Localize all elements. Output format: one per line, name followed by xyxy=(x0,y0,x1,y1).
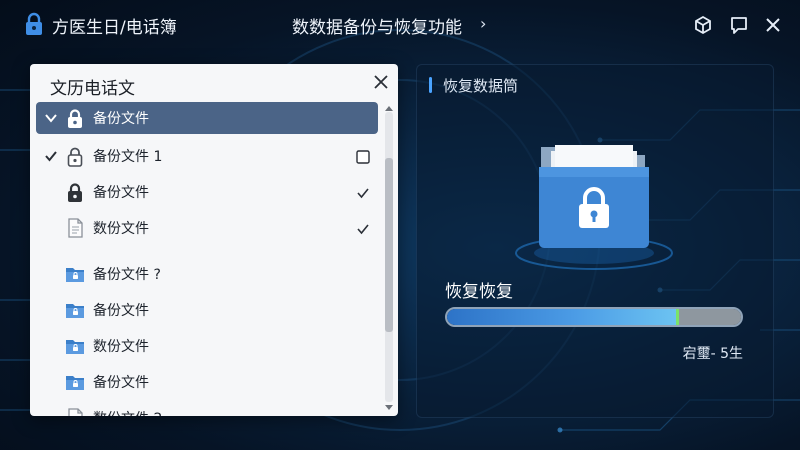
close-icon[interactable] xyxy=(372,73,390,91)
chevron-down-icon[interactable] xyxy=(44,110,58,124)
lock-icon xyxy=(64,181,86,203)
scroll-up-icon[interactable] xyxy=(384,104,394,112)
list-item-label: 数份文件 xyxy=(93,339,149,355)
check-icon[interactable] xyxy=(356,221,370,235)
close-icon[interactable] xyxy=(762,14,784,36)
scroll-down-icon[interactable] xyxy=(384,404,394,412)
list-item-label: 数份文件 2 xyxy=(93,408,162,416)
list-item-label: 备份文件 1 xyxy=(93,149,163,165)
list-item-label: 备份文件 ? xyxy=(93,267,161,283)
lock-icon xyxy=(64,107,86,129)
list-item-label: 备份文件 xyxy=(93,185,149,201)
lock-outline-icon xyxy=(64,145,86,167)
folder-icon xyxy=(64,335,86,357)
list-item-label: 备份文件 xyxy=(93,375,149,391)
list-item[interactable]: 数份文件 2 xyxy=(36,402,378,416)
list-item-label: 数份文件 xyxy=(93,221,149,237)
check-icon[interactable] xyxy=(44,148,58,162)
restore-label: 恢复恢复 xyxy=(445,282,513,302)
list-item[interactable]: 数份文件 xyxy=(36,212,378,244)
title-accent-bar xyxy=(429,77,432,93)
restore-panel-title: 恢复数据筒 xyxy=(443,77,519,95)
scroll-thumb[interactable] xyxy=(385,158,393,332)
scrollbar[interactable] xyxy=(382,104,396,416)
folder-icon xyxy=(64,299,86,321)
list-item-label: 备份文件 xyxy=(93,303,149,319)
lock-icon xyxy=(26,12,42,35)
list-item[interactable]: 数份文件 xyxy=(36,330,378,362)
folder-icon xyxy=(64,263,86,285)
list-item[interactable]: 备份文件 xyxy=(36,102,378,134)
progress-remaining xyxy=(679,309,741,325)
list-item[interactable]: 备份文件 xyxy=(36,366,378,398)
list-item[interactable]: 备份文件 xyxy=(36,294,378,326)
chevron-right-icon[interactable]: › xyxy=(480,14,486,33)
restore-progress-bar xyxy=(445,307,743,327)
list-item[interactable]: 备份文件 xyxy=(36,176,378,208)
chat-icon[interactable] xyxy=(728,14,750,36)
document-icon xyxy=(64,407,86,416)
progress-fill xyxy=(447,309,676,325)
cube-icon[interactable] xyxy=(692,14,714,36)
list-item[interactable]: 备份文件 ? xyxy=(36,258,378,290)
checkbox[interactable] xyxy=(356,149,370,164)
time-remaining: 宕璽- 5生 xyxy=(682,346,743,362)
document-icon xyxy=(64,217,86,239)
app-title: 方医生日/电话簿 xyxy=(52,18,177,38)
check-icon[interactable] xyxy=(356,185,370,199)
title-bar: 方医生日/电话簿 数数据备份与恢复功能 › xyxy=(0,0,800,50)
backup-file-panel: 文历电话文 备份文件 备份文件 1 备份文件 数份文件 备份文件 ? 备份文件 数份文件 备份… xyxy=(30,64,398,416)
panel-title: 文历电话文 xyxy=(50,79,135,99)
list-item[interactable]: 备份文件 1 xyxy=(36,140,378,172)
folder-icon xyxy=(64,371,86,393)
locked-folder-icon xyxy=(515,145,673,270)
restore-panel: 恢复数据筒 恢复恢复 宕璽- 5生 xyxy=(416,64,774,418)
page-title: 数数据备份与恢复功能 xyxy=(292,18,462,38)
list-item-label: 备份文件 xyxy=(93,111,149,127)
